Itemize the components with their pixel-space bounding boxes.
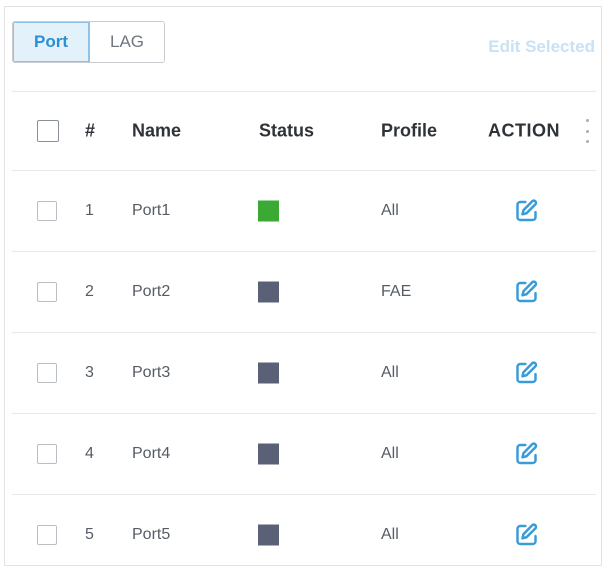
row-checkbox[interactable] [37, 363, 57, 383]
edit-icon[interactable] [513, 522, 540, 549]
row-profile: All [381, 364, 399, 381]
row-name: Port4 [132, 445, 171, 462]
table-row: 2 Port2 FAE [12, 251, 596, 332]
row-name: Port3 [132, 364, 171, 381]
column-header-status: Status [259, 120, 315, 141]
edit-icon[interactable] [513, 198, 540, 225]
row-name: Port5 [132, 526, 171, 543]
row-number: 1 [85, 202, 94, 219]
status-indicator [258, 362, 279, 384]
edit-icon[interactable] [513, 279, 540, 306]
row-name: Port2 [132, 283, 171, 300]
edit-icon[interactable] [513, 360, 540, 387]
edit-selected-button[interactable]: Edit Selected [488, 37, 595, 57]
row-checkbox[interactable] [37, 282, 57, 302]
row-profile: All [381, 202, 399, 219]
select-all-checkbox[interactable] [37, 120, 59, 142]
table-header: # Name Status Profile ACTION [12, 91, 596, 170]
edit-icon[interactable] [513, 441, 540, 468]
table-row: 4 Port4 All [12, 413, 596, 494]
tab-port[interactable]: Port [13, 22, 90, 62]
row-profile: FAE [381, 283, 412, 300]
ports-table: # Name Status Profile ACTION 1 Port1 All… [12, 91, 596, 575]
toolbar: Port LAG Edit Selected [5, 7, 601, 67]
kebab-icon[interactable] [585, 119, 589, 143]
row-checkbox[interactable] [37, 444, 57, 464]
port-lag-tabs: Port LAG [12, 21, 165, 63]
column-header-name: Name [132, 120, 182, 141]
row-number: 4 [85, 445, 94, 462]
row-checkbox[interactable] [37, 525, 57, 545]
tab-lag[interactable]: LAG [90, 22, 164, 62]
column-header-profile: Profile [381, 120, 438, 141]
table-row: 5 Port5 All [12, 494, 596, 575]
table-body: 1 Port1 All 2 Port2 FAE 3 Port3 All 4 Po… [12, 170, 596, 575]
status-indicator [258, 443, 279, 465]
status-indicator [258, 200, 279, 222]
column-header-action: ACTION [488, 120, 560, 141]
table-row: 1 Port1 All [12, 170, 596, 251]
status-indicator [258, 281, 279, 303]
ports-panel: Port LAG Edit Selected # Name Status Pro… [4, 6, 602, 566]
status-indicator [258, 524, 279, 546]
table-row: 3 Port3 All [12, 332, 596, 413]
row-number: 3 [85, 364, 94, 381]
row-profile: All [381, 445, 399, 462]
column-header-number: # [85, 120, 96, 141]
row-profile: All [381, 526, 399, 543]
row-name: Port1 [132, 202, 171, 219]
row-checkbox[interactable] [37, 201, 57, 221]
row-number: 2 [85, 283, 94, 300]
row-number: 5 [85, 526, 94, 543]
